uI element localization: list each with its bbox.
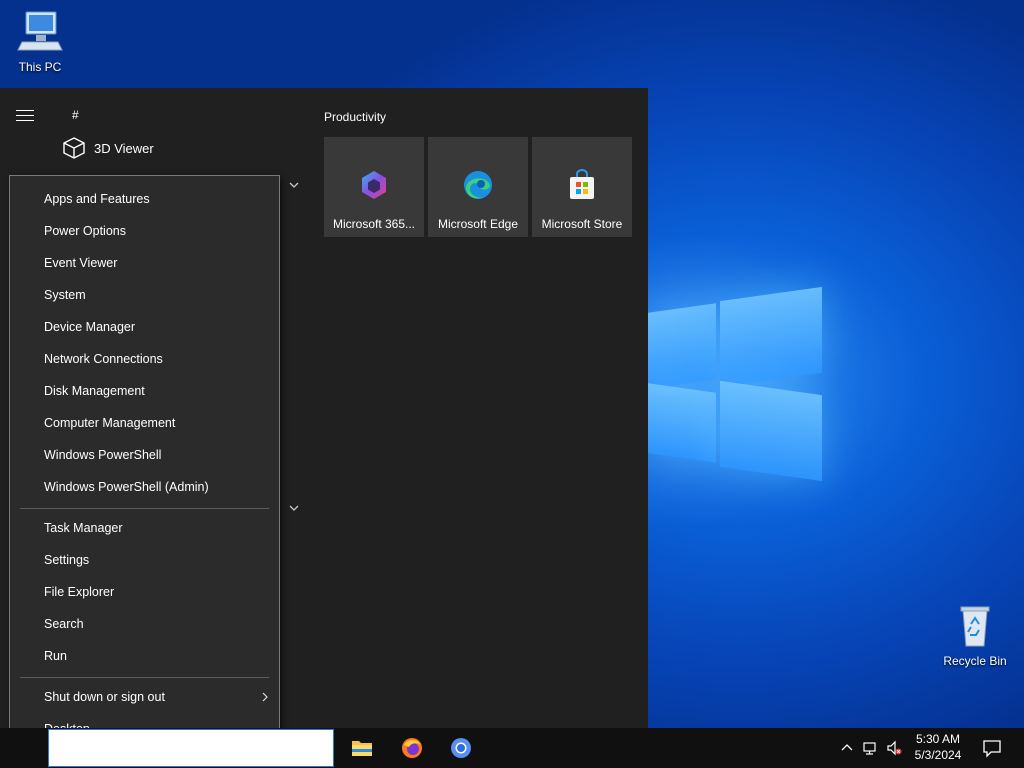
desktop-icon-this-pc[interactable]: This PC [0,8,80,74]
desktop-icon-label: Recycle Bin [943,654,1007,668]
tile-label: Microsoft Edge [437,217,519,231]
menu-item-run[interactable]: Run [10,640,279,672]
tiles-group-header: Productivity [324,110,387,124]
chevron-up-icon[interactable] [839,740,855,756]
tile-microsoft-store[interactable]: Microsoft Store [532,137,632,237]
desktop-icon-recycle-bin[interactable]: Recycle Bin [935,602,1015,668]
menu-item-device-manager[interactable]: Device Manager [10,311,279,343]
desktop-icon-label: This PC [18,60,62,74]
network-icon[interactable] [862,740,878,756]
app-list-item-label: 3D Viewer [94,140,154,156]
menu-item-disk-management[interactable]: Disk Management [10,375,279,407]
recycle-bin-icon [951,602,999,650]
menu-item-windows-powershell-admin[interactable]: Windows PowerShell (Admin) [10,471,279,503]
tile-microsoft-365[interactable]: Microsoft 365... [324,137,424,237]
clock-date: 5/3/2024 [914,748,962,762]
taskbar-search-box[interactable] [48,729,334,767]
chevron-down-icon[interactable] [288,502,300,514]
firefox-icon [402,738,422,758]
app-list-item-3d-viewer[interactable]: 3D Viewer [62,136,154,160]
menu-item-file-explorer[interactable]: File Explorer [10,576,279,608]
windows-logo-wallpaper [648,286,824,482]
menu-item-apps-and-features[interactable]: Apps and Features [10,183,279,215]
file-explorer-icon [352,741,372,756]
action-center-icon[interactable] [982,738,1002,758]
tile-label: Microsoft Store [541,217,623,231]
taskbar: 5:30 AM 5/3/2024 [0,728,1024,768]
clock-time: 5:30 AM [915,732,961,746]
taskbar-app-file-explorer[interactable] [338,728,386,768]
menu-separator [20,508,269,509]
app-list-group-header[interactable]: # [72,108,79,122]
chevron-down-icon[interactable] [288,179,300,191]
menu-item-label: Shut down or sign out [44,690,165,704]
menu-item-network-connections[interactable]: Network Connections [10,343,279,375]
menu-item-search[interactable]: Search [10,608,279,640]
chevron-right-icon [262,692,268,702]
microsoft-365-icon [362,171,386,199]
menu-item-task-manager[interactable]: Task Manager [10,512,279,544]
3d-viewer-icon [63,137,85,159]
menu-item-windows-powershell[interactable]: Windows PowerShell [10,439,279,471]
edge-icon [464,171,492,199]
menu-item-power-options[interactable]: Power Options [10,215,279,247]
menu-item-computer-management[interactable]: Computer Management [10,407,279,439]
tile-label: Microsoft 365... [332,217,416,231]
tile-microsoft-edge[interactable]: Microsoft Edge [428,137,528,237]
volume-muted-icon[interactable] [886,740,902,756]
store-icon [570,169,594,199]
taskbar-clock[interactable]: 5:30 AM 5/3/2024 [906,731,970,763]
chromium-icon [451,738,471,758]
menu-item-shut-down-or-sign-out[interactable]: Shut down or sign out [10,681,279,713]
menu-separator [20,677,269,678]
computer-icon [16,8,64,56]
menu-item-system[interactable]: System [10,279,279,311]
hamburger-menu-icon[interactable] [16,110,34,122]
menu-item-settings[interactable]: Settings [10,544,279,576]
taskbar-app-chromium[interactable] [437,728,485,768]
power-user-menu: Apps and Features Power Options Event Vi… [9,175,280,754]
menu-item-event-viewer[interactable]: Event Viewer [10,247,279,279]
taskbar-app-firefox[interactable] [388,728,436,768]
